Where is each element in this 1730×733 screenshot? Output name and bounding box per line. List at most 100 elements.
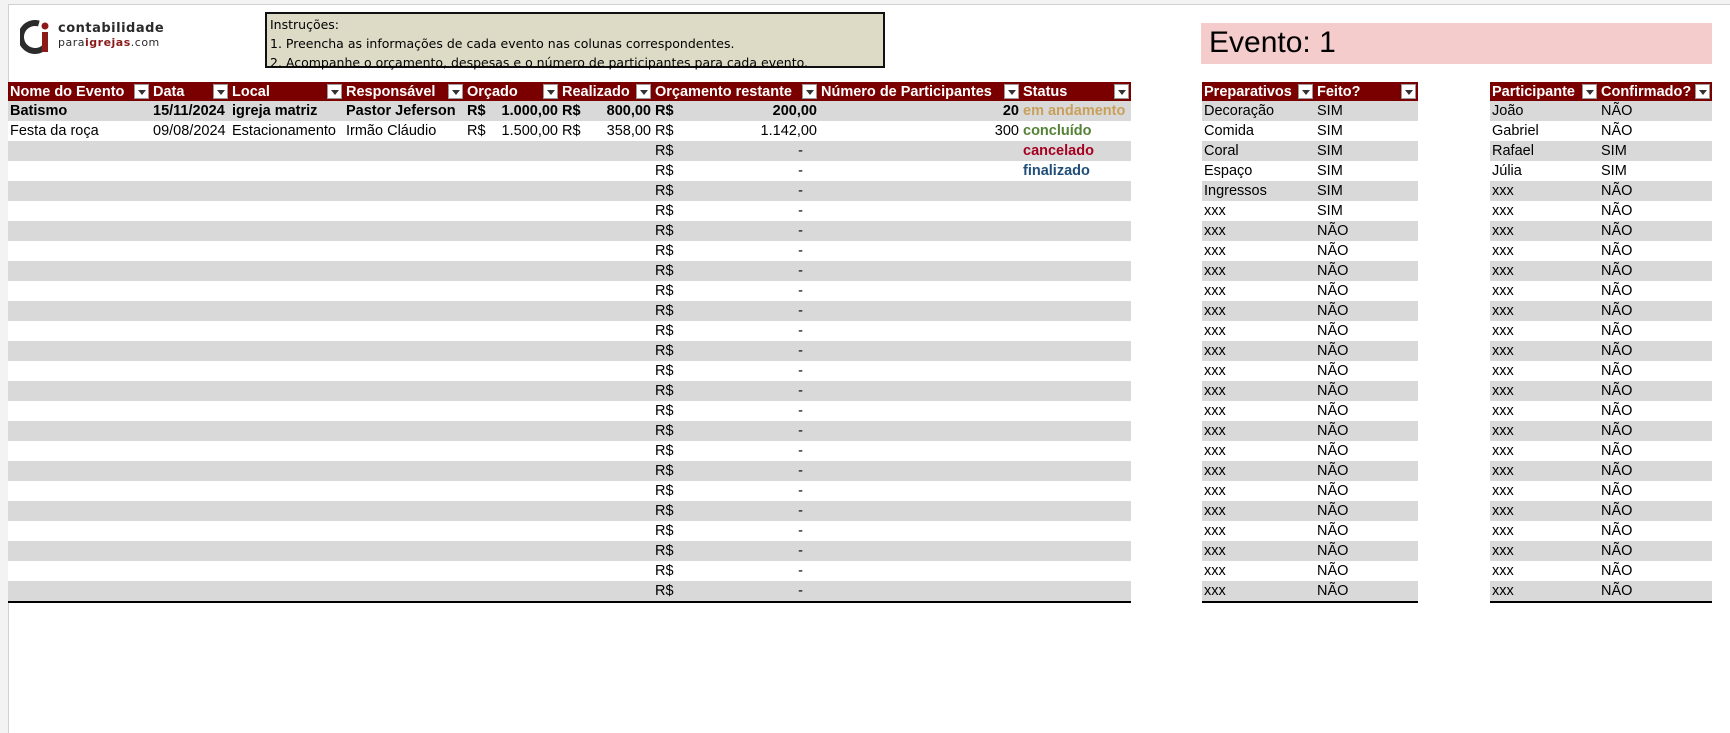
- cell-budget[interactable]: [465, 461, 560, 481]
- cell-budget[interactable]: [465, 321, 560, 341]
- cell-status[interactable]: [1021, 361, 1131, 381]
- cell-location[interactable]: [230, 441, 344, 461]
- cell-budget[interactable]: R$ 1.500,00: [465, 121, 560, 141]
- cell-confirmed[interactable]: NÃO: [1599, 121, 1712, 141]
- cell-preparation[interactable]: Espaço: [1202, 161, 1315, 181]
- cell-confirmed[interactable]: NÃO: [1599, 261, 1712, 281]
- cell-spent[interactable]: [560, 501, 653, 521]
- cell-location[interactable]: [230, 181, 344, 201]
- cell-participant[interactable]: xxx: [1490, 241, 1599, 261]
- cell-done[interactable]: NÃO: [1315, 461, 1418, 481]
- cell-participants[interactable]: [819, 341, 1021, 361]
- cell-participants[interactable]: [819, 521, 1021, 541]
- cell-done[interactable]: SIM: [1315, 181, 1418, 201]
- cell-remaining-budget[interactable]: R$ -: [653, 341, 819, 361]
- cell-spent[interactable]: [560, 261, 653, 281]
- cell-participant[interactable]: xxx: [1490, 421, 1599, 441]
- cell-responsible[interactable]: [344, 321, 465, 341]
- cell-status[interactable]: [1021, 481, 1131, 501]
- cell-preparation[interactable]: Coral: [1202, 141, 1315, 161]
- cell-participants[interactable]: [819, 321, 1021, 341]
- cell-participant[interactable]: Rafael: [1490, 141, 1599, 161]
- filter-dropdown-icon[interactable]: [636, 84, 651, 99]
- cell-preparation[interactable]: xxx: [1202, 461, 1315, 481]
- cell-date[interactable]: [151, 541, 230, 561]
- cell-event-name[interactable]: [8, 341, 151, 361]
- cell-participants[interactable]: [819, 461, 1021, 481]
- cell-done[interactable]: NÃO: [1315, 501, 1418, 521]
- cell-date[interactable]: [151, 521, 230, 541]
- cell-done[interactable]: NÃO: [1315, 401, 1418, 421]
- cell-remaining-budget[interactable]: R$ -: [653, 361, 819, 381]
- cell-date[interactable]: [151, 261, 230, 281]
- cell-remaining-budget[interactable]: R$ -: [653, 521, 819, 541]
- cell-responsible[interactable]: [344, 501, 465, 521]
- cell-remaining-budget[interactable]: R$ 200,00: [653, 101, 819, 121]
- cell-remaining-budget[interactable]: R$ -: [653, 261, 819, 281]
- cell-remaining-budget[interactable]: R$ -: [653, 481, 819, 501]
- cell-participant[interactable]: xxx: [1490, 501, 1599, 521]
- cell-participant[interactable]: xxx: [1490, 261, 1599, 281]
- cell-done[interactable]: NÃO: [1315, 481, 1418, 501]
- cell-date[interactable]: [151, 281, 230, 301]
- cell-preparation[interactable]: Comida: [1202, 121, 1315, 141]
- cell-responsible[interactable]: [344, 461, 465, 481]
- cell-preparation[interactable]: xxx: [1202, 221, 1315, 241]
- cell-budget[interactable]: [465, 361, 560, 381]
- cell-event-name[interactable]: [8, 221, 151, 241]
- cell-responsible[interactable]: Irmão Cláudio: [344, 121, 465, 141]
- cell-participants[interactable]: 20: [819, 101, 1021, 121]
- cell-preparation[interactable]: xxx: [1202, 421, 1315, 441]
- cell-participant[interactable]: xxx: [1490, 321, 1599, 341]
- cell-status[interactable]: [1021, 301, 1131, 321]
- cell-participants[interactable]: [819, 361, 1021, 381]
- cell-participant[interactable]: Gabriel: [1490, 121, 1599, 141]
- cell-participant[interactable]: xxx: [1490, 581, 1599, 603]
- cell-remaining-budget[interactable]: R$ -: [653, 561, 819, 581]
- cell-participant[interactable]: Júlia: [1490, 161, 1599, 181]
- cell-participant[interactable]: xxx: [1490, 181, 1599, 201]
- cell-budget[interactable]: [465, 201, 560, 221]
- cell-status[interactable]: finalizado: [1021, 161, 1131, 181]
- cell-remaining-budget[interactable]: R$ -: [653, 181, 819, 201]
- cell-preparation[interactable]: xxx: [1202, 321, 1315, 341]
- cell-remaining-budget[interactable]: R$ -: [653, 301, 819, 321]
- cell-participants[interactable]: [819, 381, 1021, 401]
- cell-date[interactable]: [151, 401, 230, 421]
- cell-participants[interactable]: [819, 401, 1021, 421]
- cell-event-name[interactable]: [8, 541, 151, 561]
- filter-dropdown-icon[interactable]: [1004, 84, 1019, 99]
- cell-done[interactable]: NÃO: [1315, 301, 1418, 321]
- cell-participants[interactable]: [819, 141, 1021, 161]
- cell-budget[interactable]: [465, 581, 560, 603]
- cell-confirmed[interactable]: NÃO: [1599, 221, 1712, 241]
- cell-participant[interactable]: xxx: [1490, 461, 1599, 481]
- cell-participant[interactable]: xxx: [1490, 301, 1599, 321]
- cell-location[interactable]: [230, 261, 344, 281]
- cell-remaining-budget[interactable]: R$ -: [653, 461, 819, 481]
- cell-remaining-budget[interactable]: R$ -: [653, 221, 819, 241]
- cell-status[interactable]: [1021, 421, 1131, 441]
- cell-location[interactable]: [230, 381, 344, 401]
- cell-participants[interactable]: [819, 181, 1021, 201]
- cell-location[interactable]: [230, 521, 344, 541]
- cell-location[interactable]: [230, 141, 344, 161]
- cell-confirmed[interactable]: NÃO: [1599, 181, 1712, 201]
- cell-budget[interactable]: [465, 261, 560, 281]
- cell-done[interactable]: NÃO: [1315, 281, 1418, 301]
- cell-responsible[interactable]: [344, 481, 465, 501]
- cell-date[interactable]: [151, 481, 230, 501]
- cell-participants[interactable]: [819, 281, 1021, 301]
- cell-location[interactable]: [230, 461, 344, 481]
- cell-date[interactable]: [151, 141, 230, 161]
- cell-participants[interactable]: [819, 501, 1021, 521]
- cell-event-name[interactable]: [8, 241, 151, 261]
- cell-participants[interactable]: [819, 221, 1021, 241]
- cell-responsible[interactable]: Pastor Jeferson: [344, 101, 465, 121]
- cell-event-name[interactable]: [8, 521, 151, 541]
- cell-preparation[interactable]: xxx: [1202, 381, 1315, 401]
- cell-location[interactable]: [230, 241, 344, 261]
- cell-responsible[interactable]: [344, 421, 465, 441]
- cell-date[interactable]: 15/11/2024: [151, 101, 230, 121]
- cell-remaining-budget[interactable]: R$ -: [653, 421, 819, 441]
